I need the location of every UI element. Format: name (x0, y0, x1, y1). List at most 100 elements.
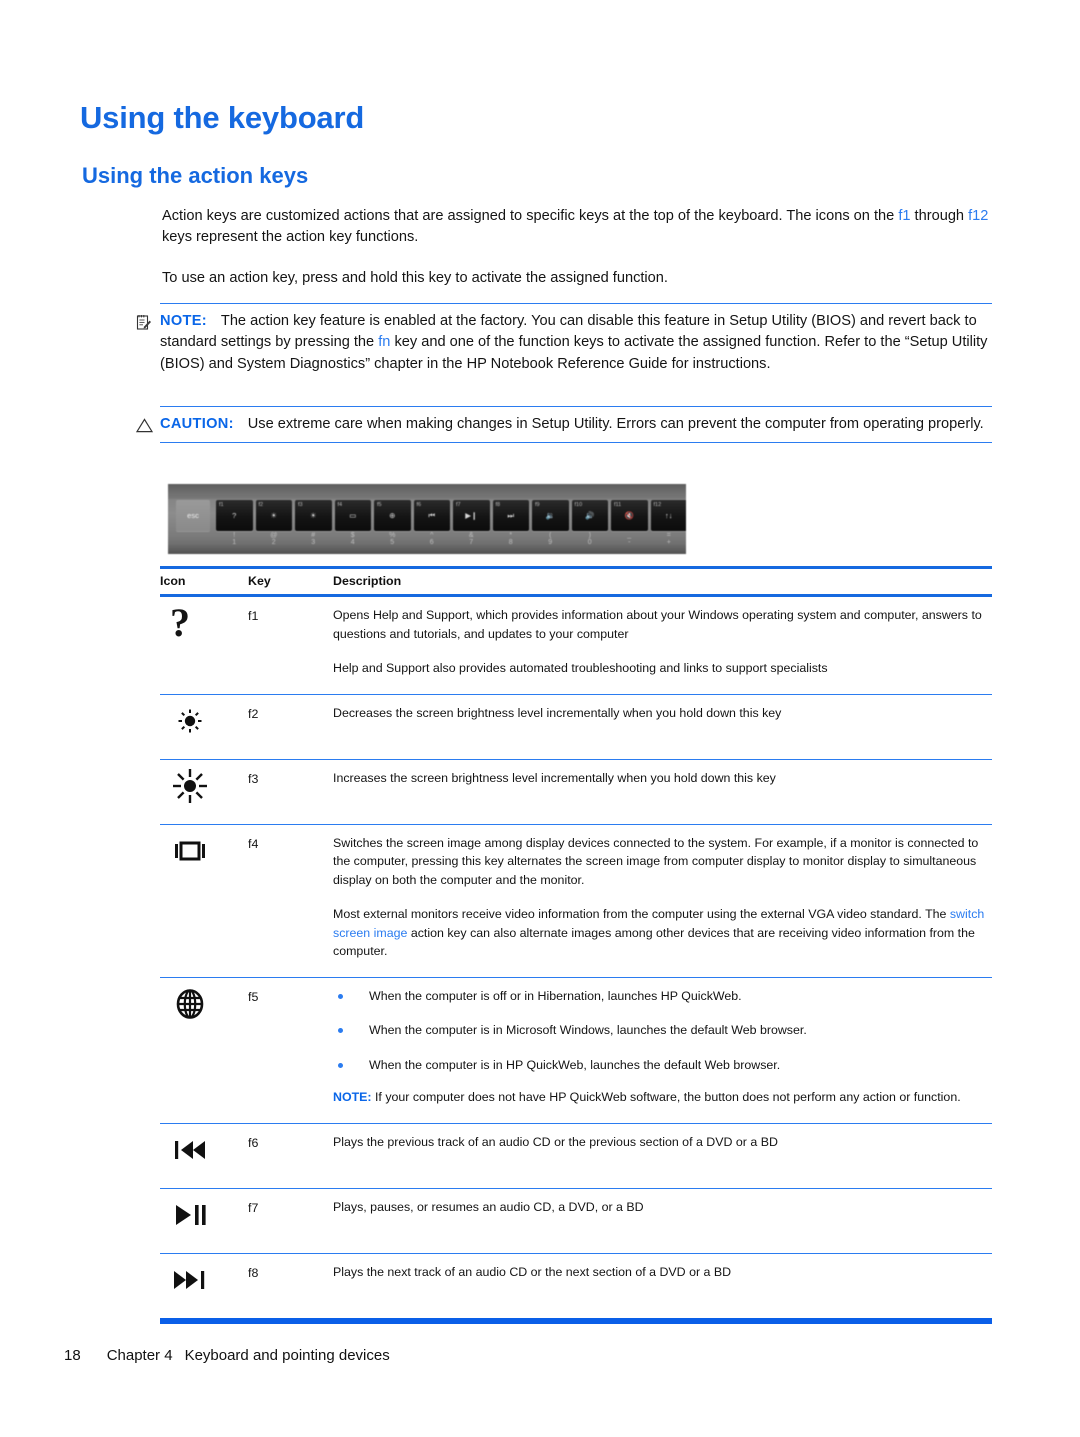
photo-key-glyph: ⏭ (507, 510, 515, 520)
photo-symbol: $ (350, 532, 355, 539)
photo-number-key: * 8 (493, 532, 530, 547)
photo-number-key: #3 (295, 532, 332, 547)
page-title: Using the keyboard (80, 100, 365, 135)
photo-key-glyph: ☀ (309, 511, 317, 520)
photo-number: 4 (350, 539, 355, 546)
photo-number: 9 (548, 539, 553, 546)
cell-icon (160, 1123, 248, 1189)
list-item: When the computer is in Microsoft Window… (333, 1021, 992, 1040)
globe-web-icon (160, 982, 216, 1026)
intro-text-b: through (910, 208, 969, 224)
table-row: f2 Decreases the screen brightness level … (160, 694, 992, 760)
photo-symbol: ( (549, 532, 552, 539)
intro-paragraph: Action keys are customized actions that … (162, 206, 992, 248)
photo-number: 2 (271, 539, 276, 546)
photo-key-glyph: ⏮ (428, 510, 436, 520)
intro-text-c: keys represent the action key functions. (162, 229, 419, 245)
cell-key-f2: f2 (248, 694, 333, 760)
table-row: f3 Increases the screen brightness level … (160, 759, 992, 825)
photo-key-sup: f1 (219, 502, 224, 508)
photo-key-f5: f5 ⊕ (374, 500, 411, 531)
photo-number-key: = + (651, 532, 687, 547)
cell-icon (160, 824, 248, 978)
photo-key-f4: f4 ▭ (334, 500, 371, 531)
list-item: When the computer is off or in Hibernati… (333, 987, 992, 1006)
photo-number-key: ! 1 (216, 532, 253, 547)
description-paragraph: Plays, pauses, or resumes an audio CD, a… (333, 1199, 644, 1214)
table-row: f6 Plays the previous track of an audio C… (160, 1123, 992, 1189)
action-keys-table: Icon Key Description ? f1 Opens Help and S… (160, 566, 992, 1324)
intro-text-a: Action keys are customized actions that … (162, 208, 899, 224)
cell-key-f8: f8 (248, 1253, 333, 1324)
cell-description: Plays the previous track of an audio CD … (333, 1123, 992, 1189)
photo-key-f8: f8 ⏭ (492, 500, 529, 531)
note-text-block: NOTE: The action key feature is enabled a… (160, 311, 992, 375)
photo-key-sup: f10 (574, 502, 583, 508)
inline-note: NOTE: If your computer does not have HP … (333, 1090, 961, 1104)
photo-key-sup: f11 (614, 502, 622, 508)
cell-key-f5: f5 (248, 977, 333, 1124)
photo-key-sup: f3 (298, 502, 303, 508)
keyboard-function-row-photo: esc f1? f2 ☀ f3 ☀ f4 ▭ f5 ⊕ f6 ⏮ f7 ▶❙ f8 ⏭ f9 🔉 f10 🔊 f11 🔇 f… (168, 484, 686, 554)
photo-key-glyph: 🔉 (545, 511, 555, 520)
cell-description: Increases the screen brightness level in… (333, 759, 992, 825)
photo-number-key: @2 (256, 532, 293, 547)
brightness-down-icon (160, 699, 216, 743)
photo-number: 3 (311, 539, 316, 546)
description-paragraph: Decreases the screen brightness level in… (333, 705, 782, 720)
cell-key-f6: f6 (248, 1123, 333, 1189)
photo-key-sup: f4 (337, 502, 343, 508)
photo-number: - (628, 539, 631, 546)
photo-key-sup: f5 (377, 502, 382, 508)
table-row: f7 Plays, pauses, or resumes an audio CD,… (160, 1188, 992, 1254)
next-track-icon (160, 1258, 216, 1302)
photo-key-sup: f2 (258, 502, 264, 508)
cell-key-f3: f3 (248, 759, 333, 825)
cell-icon (160, 1188, 248, 1254)
key-ref-fn: fn (378, 334, 391, 351)
table-row: ? f1 Opens Help and Support, which provide… (160, 595, 992, 695)
table-header-row: Icon Key Description (160, 566, 992, 597)
caution-admonition: CAUTION: Use extreme care when making cha… (135, 406, 992, 444)
cell-description: Decreases the screen brightness level in… (333, 694, 992, 760)
page-footer: 18 Chapter 4 Keyboard and pointing devices (64, 1347, 390, 1364)
photo-key-sup: f7 (456, 502, 461, 508)
photo-key-sup: f6 (416, 502, 422, 508)
cell-icon (160, 1253, 248, 1324)
usage-paragraph: To use an action key, press and hold thi… (162, 270, 668, 286)
inline-note-label: NOTE: (333, 1090, 372, 1104)
photo-number-key: % 5 (374, 532, 411, 547)
cell-description: Switches the screen image among display … (333, 824, 992, 978)
cell-description: Opens Help and Support, which provides i… (333, 595, 992, 695)
footer-chapter: Chapter 4 (106, 1347, 173, 1364)
description-paragraph-with-link: Most external monitors receive video inf… (333, 907, 985, 958)
previous-track-icon (160, 1128, 216, 1172)
photo-number-key: _ - (611, 532, 648, 547)
photo-number-key: ) 0 (572, 532, 609, 547)
cell-description: When the computer is off or in Hibernati… (333, 977, 992, 1124)
photo-key-f10: f10 🔊 (571, 500, 608, 531)
photo-key-sup: f8 (495, 502, 501, 508)
photo-symbol: @ (270, 532, 278, 539)
col-header-description: Description (333, 566, 992, 597)
photo-symbol: % (389, 532, 396, 539)
photo-key-glyph: 🔇 (624, 511, 634, 520)
note-admonition: NOTE: The action key feature is enabled a… (136, 303, 992, 375)
photo-number-key: & 7 (453, 532, 490, 547)
description-paragraph: Plays the previous track of an audio CD … (333, 1134, 778, 1149)
document-page: Using the keyboard Using the action keys… (0, 0, 1080, 1437)
photo-number: 7 (469, 539, 474, 546)
cell-key-f1: f1 (248, 595, 333, 695)
photo-number: 0 (587, 539, 592, 546)
cell-key-f7: f7 (248, 1188, 333, 1254)
photo-key-glyph: ↑↓ (665, 511, 673, 520)
key-ref-f1: f1 (898, 208, 911, 224)
photo-key-f11: f11 🔇 (611, 500, 648, 531)
switch-screen-image-link[interactable]: switch screen image (333, 907, 984, 940)
caution-text-block: CAUTION: Use extreme care when making cha… (160, 414, 992, 435)
section-title: Using the action keys (82, 163, 309, 188)
photo-number-key: ^ 6 (414, 532, 451, 547)
table-row: f8 Plays the next track of an audio CD or… (160, 1253, 992, 1324)
col-header-key: Key (248, 566, 333, 597)
question-mark-icon: ? (170, 600, 190, 645)
